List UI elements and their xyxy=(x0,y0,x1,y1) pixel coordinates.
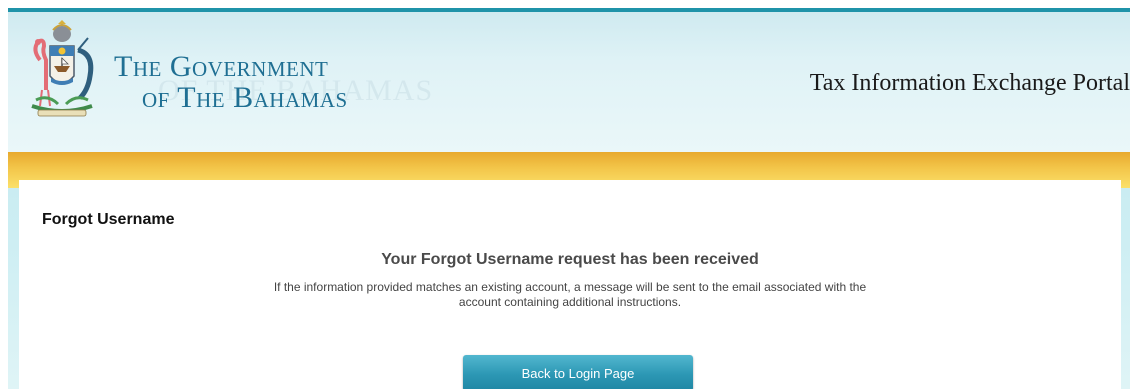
header: OF THE BAHAMAS The Government of The Bah… xyxy=(8,12,1130,152)
coat-of-arms-icon xyxy=(31,20,94,117)
message-heading: Your Forgot Username request has been re… xyxy=(381,251,759,268)
back-to-login-button[interactable]: Back to Login Page xyxy=(463,355,693,389)
portal-title: Tax Information Exchange Portal xyxy=(809,70,1130,96)
government-title: The Government of The Bahamas xyxy=(114,52,348,113)
page-frame: OF THE BAHAMAS The Government of The Bah… xyxy=(8,8,1130,389)
government-title-line2: of The Bahamas xyxy=(142,81,348,114)
content-card: Forgot Username Your Forgot Username req… xyxy=(19,180,1121,389)
section-title: Forgot Username xyxy=(42,211,175,228)
message-body: If the information provided matches an e… xyxy=(273,280,867,309)
government-title-line1: The Government xyxy=(114,50,329,83)
